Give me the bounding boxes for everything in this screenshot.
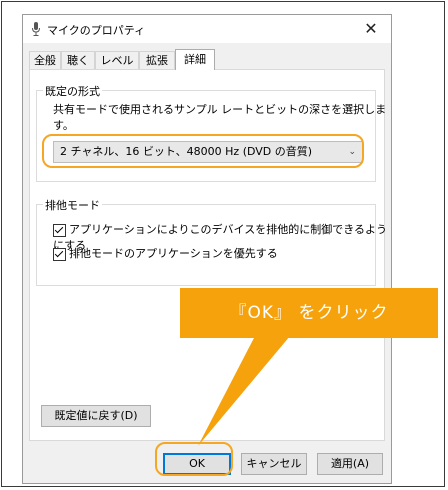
callout-box: 『OK』 をクリック [180, 288, 438, 338]
tab-advanced[interactable]: 詳細 [175, 49, 215, 70]
callout-pointer [198, 336, 290, 446]
